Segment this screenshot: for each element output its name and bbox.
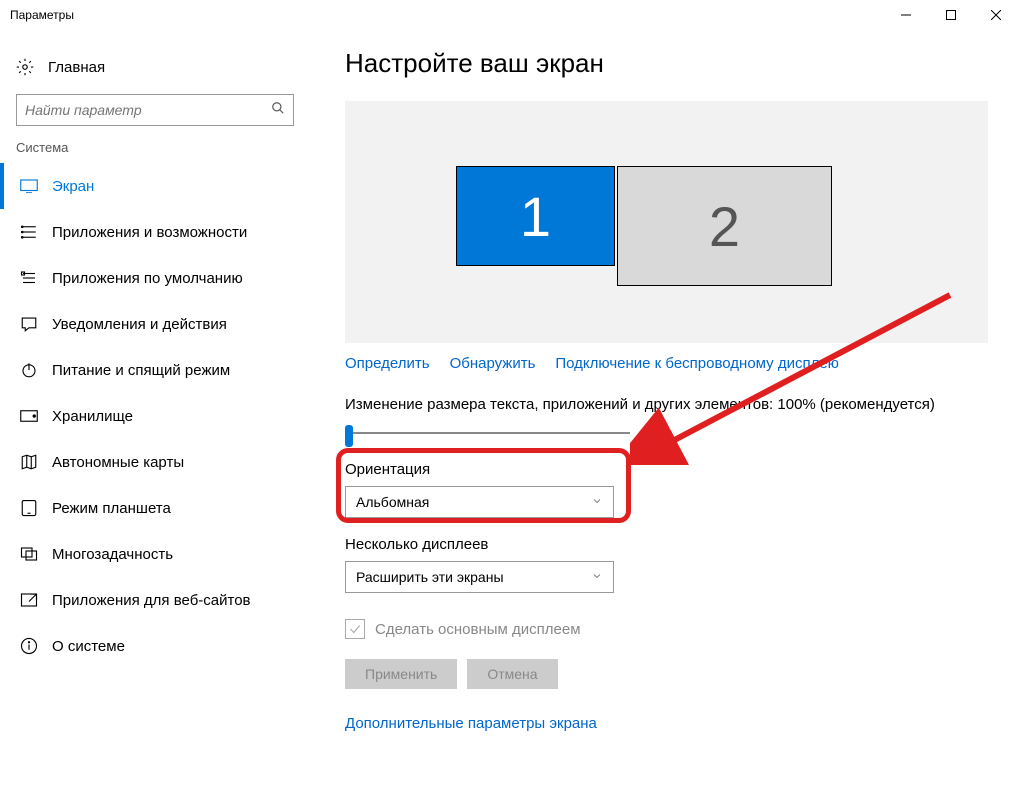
sidebar-item-storage[interactable]: Хранилище bbox=[0, 393, 310, 439]
sidebar-item-notifications[interactable]: Уведомления и действия bbox=[0, 301, 310, 347]
search-icon bbox=[271, 101, 285, 120]
monitor-1[interactable]: 1 bbox=[456, 166, 615, 266]
cancel-button: Отмена bbox=[467, 659, 557, 689]
sidebar-item-tablet[interactable]: Режим планшета bbox=[0, 485, 310, 531]
sidebar-item-label: Режим планшета bbox=[52, 500, 171, 517]
storage-icon bbox=[20, 407, 38, 425]
close-button[interactable] bbox=[973, 0, 1018, 30]
sidebar-item-label: Многозадачность bbox=[52, 546, 173, 563]
search-input[interactable] bbox=[16, 94, 294, 126]
sidebar: Главная Система Экран Приложения и возмо… bbox=[0, 30, 310, 791]
power-icon bbox=[20, 361, 38, 379]
gear-icon bbox=[16, 58, 34, 76]
sidebar-item-label: Приложения по умолчанию bbox=[52, 270, 243, 287]
window-title: Параметры bbox=[10, 8, 74, 22]
category-label: Система bbox=[0, 140, 310, 163]
main-content: Настройте ваш экран 1 2 Определить Обнар… bbox=[310, 30, 1018, 791]
about-icon bbox=[20, 637, 38, 655]
apply-button: Применить bbox=[345, 659, 457, 689]
maximize-button[interactable] bbox=[928, 0, 973, 30]
sidebar-item-label: Питание и спящий режим bbox=[52, 362, 230, 379]
sidebar-item-label: О системе bbox=[52, 638, 125, 655]
sidebar-item-power[interactable]: Питание и спящий режим bbox=[0, 347, 310, 393]
advanced-link[interactable]: Дополнительные параметры экрана bbox=[345, 715, 988, 732]
web-apps-icon bbox=[20, 591, 38, 609]
display-preview[interactable]: 1 2 bbox=[345, 101, 988, 343]
sidebar-item-label: Экран bbox=[52, 178, 94, 195]
sidebar-item-about[interactable]: О системе bbox=[0, 623, 310, 669]
orientation-select[interactable]: Альбомная bbox=[345, 486, 614, 518]
home-label: Главная bbox=[48, 59, 105, 76]
sidebar-item-multitask[interactable]: Многозадачность bbox=[0, 531, 310, 577]
notifications-icon bbox=[20, 315, 38, 333]
maps-icon bbox=[20, 453, 38, 471]
sidebar-item-display[interactable]: Экран bbox=[0, 163, 310, 209]
tablet-icon bbox=[20, 499, 38, 517]
multi-displays-label: Несколько дисплеев bbox=[345, 536, 988, 553]
page-title: Настройте ваш экран bbox=[345, 48, 988, 79]
make-primary-label: Сделать основным дисплеем bbox=[375, 621, 581, 638]
sidebar-item-apps[interactable]: Приложения и возможности bbox=[0, 209, 310, 255]
multitask-icon bbox=[20, 545, 38, 563]
sidebar-item-label: Автономные карты bbox=[52, 454, 184, 471]
wireless-link[interactable]: Подключение к беспроводному дисплею bbox=[555, 355, 839, 372]
sidebar-item-label: Хранилище bbox=[52, 408, 133, 425]
home-button[interactable]: Главная bbox=[0, 48, 310, 86]
scale-label: Изменение размера текста, приложений и д… bbox=[345, 396, 988, 413]
sidebar-item-label: Приложения для веб-сайтов bbox=[52, 592, 251, 609]
multi-displays-select[interactable]: Расширить эти экраны bbox=[345, 561, 614, 593]
apps-icon bbox=[20, 223, 38, 241]
sidebar-item-maps[interactable]: Автономные карты bbox=[0, 439, 310, 485]
minimize-button[interactable] bbox=[883, 0, 928, 30]
monitor-2[interactable]: 2 bbox=[617, 166, 832, 286]
make-primary-checkbox bbox=[345, 619, 365, 639]
sidebar-item-default-apps[interactable]: Приложения по умолчанию bbox=[0, 255, 310, 301]
display-icon bbox=[20, 177, 38, 195]
default-apps-icon bbox=[20, 269, 38, 287]
identify-link[interactable]: Определить bbox=[345, 355, 430, 372]
sidebar-item-label: Приложения и возможности bbox=[52, 224, 247, 241]
titlebar: Параметры bbox=[0, 0, 1018, 30]
chevron-down-icon bbox=[591, 569, 603, 585]
sidebar-item-label: Уведомления и действия bbox=[52, 316, 227, 333]
orientation-label: Ориентация bbox=[345, 461, 988, 478]
sidebar-item-web-apps[interactable]: Приложения для веб-сайтов bbox=[0, 577, 310, 623]
detect-link[interactable]: Обнаружить bbox=[450, 355, 536, 372]
scale-slider[interactable] bbox=[345, 423, 630, 443]
chevron-down-icon bbox=[591, 494, 603, 510]
